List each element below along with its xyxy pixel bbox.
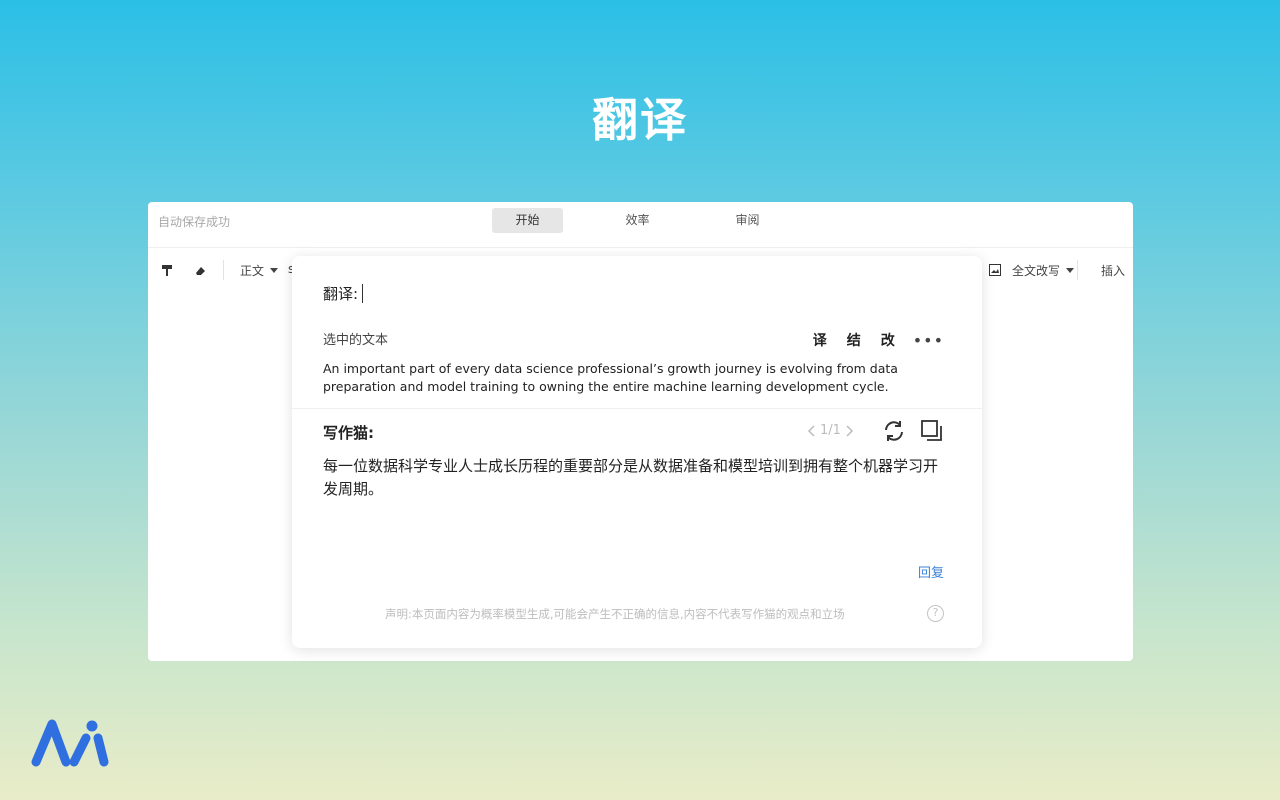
selected-text-label: 选中的文本 [323,333,389,348]
top-bar: 自动保存成功 开始 效率 审阅 [148,202,1133,248]
chevron-right-icon[interactable] [846,424,854,437]
format-painter-icon[interactable] [161,264,174,277]
ai-assistant-popup: 翻译: 选中的文本 译 结 改 ••• An important part of… [292,256,982,648]
selected-text: An important part of every data science … [323,361,898,394]
translate-input-row[interactable]: 翻译: [323,283,364,304]
rewrite-select[interactable]: 全文改写 [1012,262,1075,279]
tab-review[interactable]: 审阅 [712,208,783,233]
pager-count: 1/1 [820,423,841,438]
help-icon[interactable]: ? [927,605,944,622]
summarize-action-button[interactable]: 结 [847,330,861,350]
rewrite-label: 全文改写 [1012,264,1061,278]
toolbar-divider [1077,260,1078,280]
reply-link[interactable]: 回复 [918,562,944,581]
tab-efficiency[interactable]: 效率 [602,208,673,233]
section-divider [292,408,982,409]
paragraph-style-label: 正文 [240,264,265,278]
answer-label: 写作猫: [323,424,374,442]
quick-actions: 译 结 改 ••• [793,330,944,350]
tab-start[interactable]: 开始 [492,208,563,233]
answer-text: 每一位数据科学专业人士成长历程的重要部分是从数据准备和模型培训到拥有整个机器学习… [323,457,939,498]
paragraph-style-select[interactable]: 正文 [240,262,279,279]
insert-button[interactable]: 插入 [1101,262,1125,279]
answer-pager: 1/1 [807,423,854,438]
hero-title: 翻译 [592,93,688,147]
disclaimer-text: 声明:本页面内容为概率模型生成,可能会产生不正确的信息,内容不代表写作猫的观点和… [385,607,845,621]
text-cursor [362,284,364,303]
chevron-left-icon[interactable] [807,424,815,437]
more-icon[interactable]: ••• [913,331,944,350]
image-icon[interactable] [989,264,1001,276]
copy-icon[interactable] [920,419,944,443]
translate-action-button[interactable]: 译 [813,330,827,350]
rewrite-action-button[interactable]: 改 [881,330,895,350]
brand-logo [30,716,110,768]
eraser-icon[interactable] [194,264,207,277]
chevron-down-icon [270,268,279,273]
regenerate-icon[interactable] [882,419,906,443]
ribbon-tabs: 开始 效率 审阅 [492,208,822,233]
toolbar-divider [223,260,224,280]
chevron-down-icon [1066,268,1075,273]
translate-label: 翻译: [323,285,359,303]
autosave-status: 自动保存成功 [158,215,231,229]
